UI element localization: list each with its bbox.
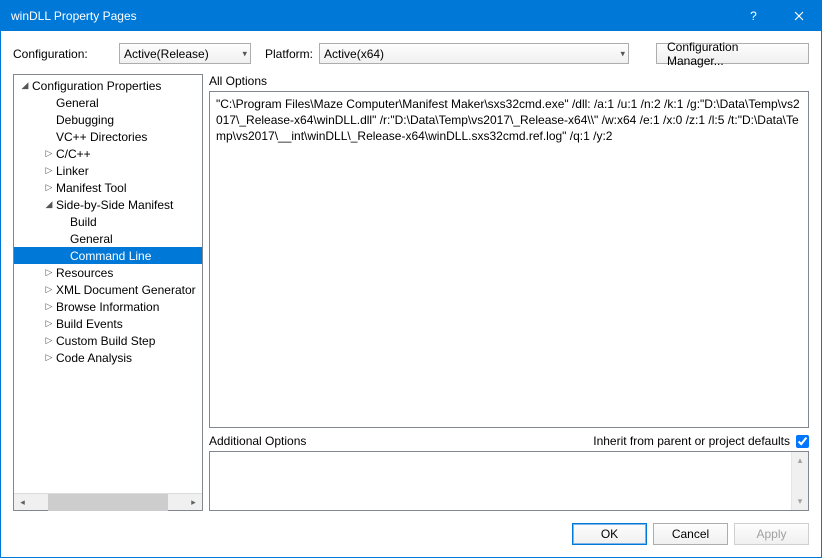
expander-closed-icon[interactable]: ▷ xyxy=(42,318,56,329)
platform-combo[interactable]: Active(x64) ▾ xyxy=(319,43,629,64)
expander-open-icon[interactable]: ◢ xyxy=(42,199,56,210)
chevron-down-icon: ▾ xyxy=(620,48,625,59)
expander-closed-icon[interactable]: ▷ xyxy=(42,335,56,346)
tree-item-sxs-general[interactable]: General xyxy=(14,230,202,247)
tree-item-general[interactable]: General xyxy=(14,94,202,111)
inherit-checkbox[interactable] xyxy=(796,435,809,448)
main-content: ◢ Configuration Properties General Debug… xyxy=(1,74,821,517)
all-options-text[interactable]: "C:\Program Files\Maze Computer\Manifest… xyxy=(209,91,809,428)
expander-closed-icon[interactable]: ▷ xyxy=(42,352,56,363)
expander-closed-icon[interactable]: ▷ xyxy=(42,165,56,176)
options-panel: All Options "C:\Program Files\Maze Compu… xyxy=(209,74,809,511)
tree-item-ccpp[interactable]: ▷C/C++ xyxy=(14,145,202,162)
tree-item-browse[interactable]: ▷Browse Information xyxy=(14,298,202,315)
tree-panel: ◢ Configuration Properties General Debug… xyxy=(13,74,203,511)
platform-label: Platform: xyxy=(265,47,313,61)
expander-closed-icon[interactable]: ▷ xyxy=(42,148,56,159)
configuration-label: Configuration: xyxy=(13,47,113,61)
tree[interactable]: ◢ Configuration Properties General Debug… xyxy=(14,75,202,493)
scroll-thumb[interactable] xyxy=(48,494,168,511)
inherit-label: Inherit from parent or project defaults xyxy=(593,434,790,448)
tree-item-sxs[interactable]: ◢Side-by-Side Manifest xyxy=(14,196,202,213)
all-options-label: All Options xyxy=(209,74,809,88)
window-title: winDLL Property Pages xyxy=(11,9,731,23)
additional-options-label: Additional Options xyxy=(209,434,306,448)
close-icon xyxy=(794,11,804,21)
expander-closed-icon[interactable]: ▷ xyxy=(42,267,56,278)
apply-button: Apply xyxy=(734,523,809,545)
tree-item-build-events[interactable]: ▷Build Events xyxy=(14,315,202,332)
tree-item-custom-build[interactable]: ▷Custom Build Step xyxy=(14,332,202,349)
expander-closed-icon[interactable]: ▷ xyxy=(42,182,56,193)
additional-options-input[interactable]: ▴ ▾ xyxy=(209,451,809,511)
tree-item-debugging[interactable]: Debugging xyxy=(14,111,202,128)
inherit-checkbox-wrap[interactable]: Inherit from parent or project defaults xyxy=(593,434,809,448)
tree-item-vcpp[interactable]: VC++ Directories xyxy=(14,128,202,145)
tree-item-sxs-cmdline[interactable]: Command Line xyxy=(14,247,202,264)
tree-item-manifest-tool[interactable]: ▷Manifest Tool xyxy=(14,179,202,196)
configuration-manager-button[interactable]: Configuration Manager... xyxy=(656,43,809,64)
property-pages-dialog: winDLL Property Pages ? Configuration: A… xyxy=(0,0,822,558)
configuration-combo-value: Active(Release) xyxy=(124,47,209,61)
config-toolbar: Configuration: Active(Release) ▾ Platfor… xyxy=(1,31,821,74)
tree-h-scrollbar[interactable]: ◂ ▸ xyxy=(14,493,202,510)
titlebar: winDLL Property Pages ? xyxy=(1,1,821,31)
tree-item-sxs-build[interactable]: Build xyxy=(14,213,202,230)
scroll-down-icon[interactable]: ▾ xyxy=(792,493,808,510)
dialog-buttons: OK Cancel Apply xyxy=(1,517,821,557)
chevron-down-icon: ▾ xyxy=(242,48,247,59)
tree-item-linker[interactable]: ▷Linker xyxy=(14,162,202,179)
expander-open-icon[interactable]: ◢ xyxy=(18,80,32,91)
tree-item-resources[interactable]: ▷Resources xyxy=(14,264,202,281)
scroll-left-icon[interactable]: ◂ xyxy=(14,494,31,511)
scroll-up-icon[interactable]: ▴ xyxy=(792,452,808,469)
cancel-button[interactable]: Cancel xyxy=(653,523,728,545)
tree-item-root[interactable]: ◢ Configuration Properties xyxy=(14,77,202,94)
close-button[interactable] xyxy=(776,1,821,31)
expander-closed-icon[interactable]: ▷ xyxy=(42,284,56,295)
scroll-right-icon[interactable]: ▸ xyxy=(185,494,202,511)
tree-item-xml[interactable]: ▷XML Document Generator xyxy=(14,281,202,298)
platform-combo-value: Active(x64) xyxy=(324,47,384,61)
ok-button[interactable]: OK xyxy=(572,523,647,545)
additional-v-scrollbar[interactable]: ▴ ▾ xyxy=(791,452,808,510)
configuration-combo[interactable]: Active(Release) ▾ xyxy=(119,43,251,64)
expander-closed-icon[interactable]: ▷ xyxy=(42,301,56,312)
help-button[interactable]: ? xyxy=(731,1,776,31)
tree-item-code-analysis[interactable]: ▷Code Analysis xyxy=(14,349,202,366)
